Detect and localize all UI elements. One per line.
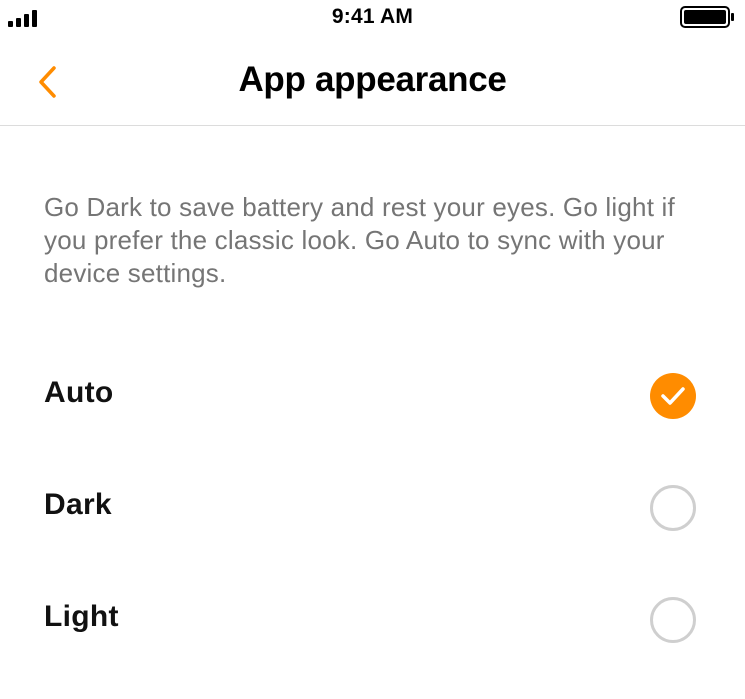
appearance-description: Go Dark to save battery and rest your ey… <box>44 192 675 288</box>
option-label: Dark <box>44 488 112 521</box>
radio-unselected-icon[interactable] <box>650 597 696 643</box>
option-auto[interactable]: Auto <box>0 340 745 452</box>
option-dark[interactable]: Dark <box>0 452 745 564</box>
option-label: Auto <box>44 376 114 409</box>
page-title: App appearance <box>238 60 507 99</box>
radio-selected-check-icon[interactable] <box>650 373 696 419</box>
option-label: Light <box>44 600 119 633</box>
radio-unselected-icon[interactable] <box>650 485 696 531</box>
option-light[interactable]: Light <box>0 564 745 676</box>
status-bar: 9:41 AM <box>0 0 745 36</box>
navigation-bar: App appearance <box>0 36 745 126</box>
status-time: 9:41 AM <box>331 5 414 28</box>
appearance-options-list: Auto Dark Light <box>0 340 745 676</box>
battery-full-icon <box>680 6 734 28</box>
